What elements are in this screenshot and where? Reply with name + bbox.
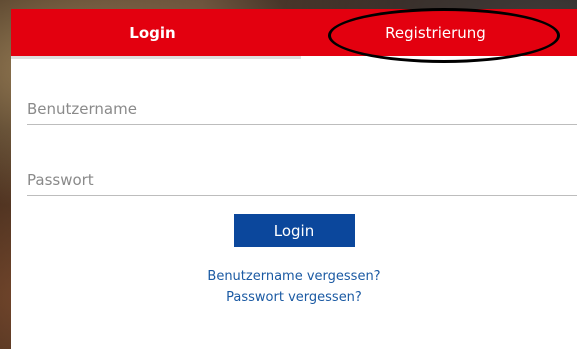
forgot-password-link[interactable]: Passwort vergessen?: [11, 290, 577, 305]
login-panel: Login Registrierung Login Benutzername v…: [11, 8, 577, 349]
login-form: [11, 94, 577, 196]
password-field-container: [27, 165, 577, 196]
login-button[interactable]: Login: [233, 214, 355, 247]
auth-tabs: Login Registrierung: [11, 8, 577, 63]
tab-registration[interactable]: Registrierung: [294, 9, 577, 56]
help-links: Benutzername vergessen? Passwort vergess…: [11, 269, 577, 305]
username-input[interactable]: [27, 94, 577, 124]
active-tab-indicator: [11, 56, 301, 59]
password-input[interactable]: [27, 165, 577, 195]
form-actions: Login Benutzername vergessen? Passwort v…: [11, 214, 577, 311]
forgot-username-link[interactable]: Benutzername vergessen?: [11, 269, 577, 284]
tab-registration-label: Registrierung: [385, 23, 486, 42]
tab-login-label: Login: [129, 23, 176, 42]
username-field-container: [27, 94, 577, 125]
tab-login[interactable]: Login: [11, 9, 301, 59]
